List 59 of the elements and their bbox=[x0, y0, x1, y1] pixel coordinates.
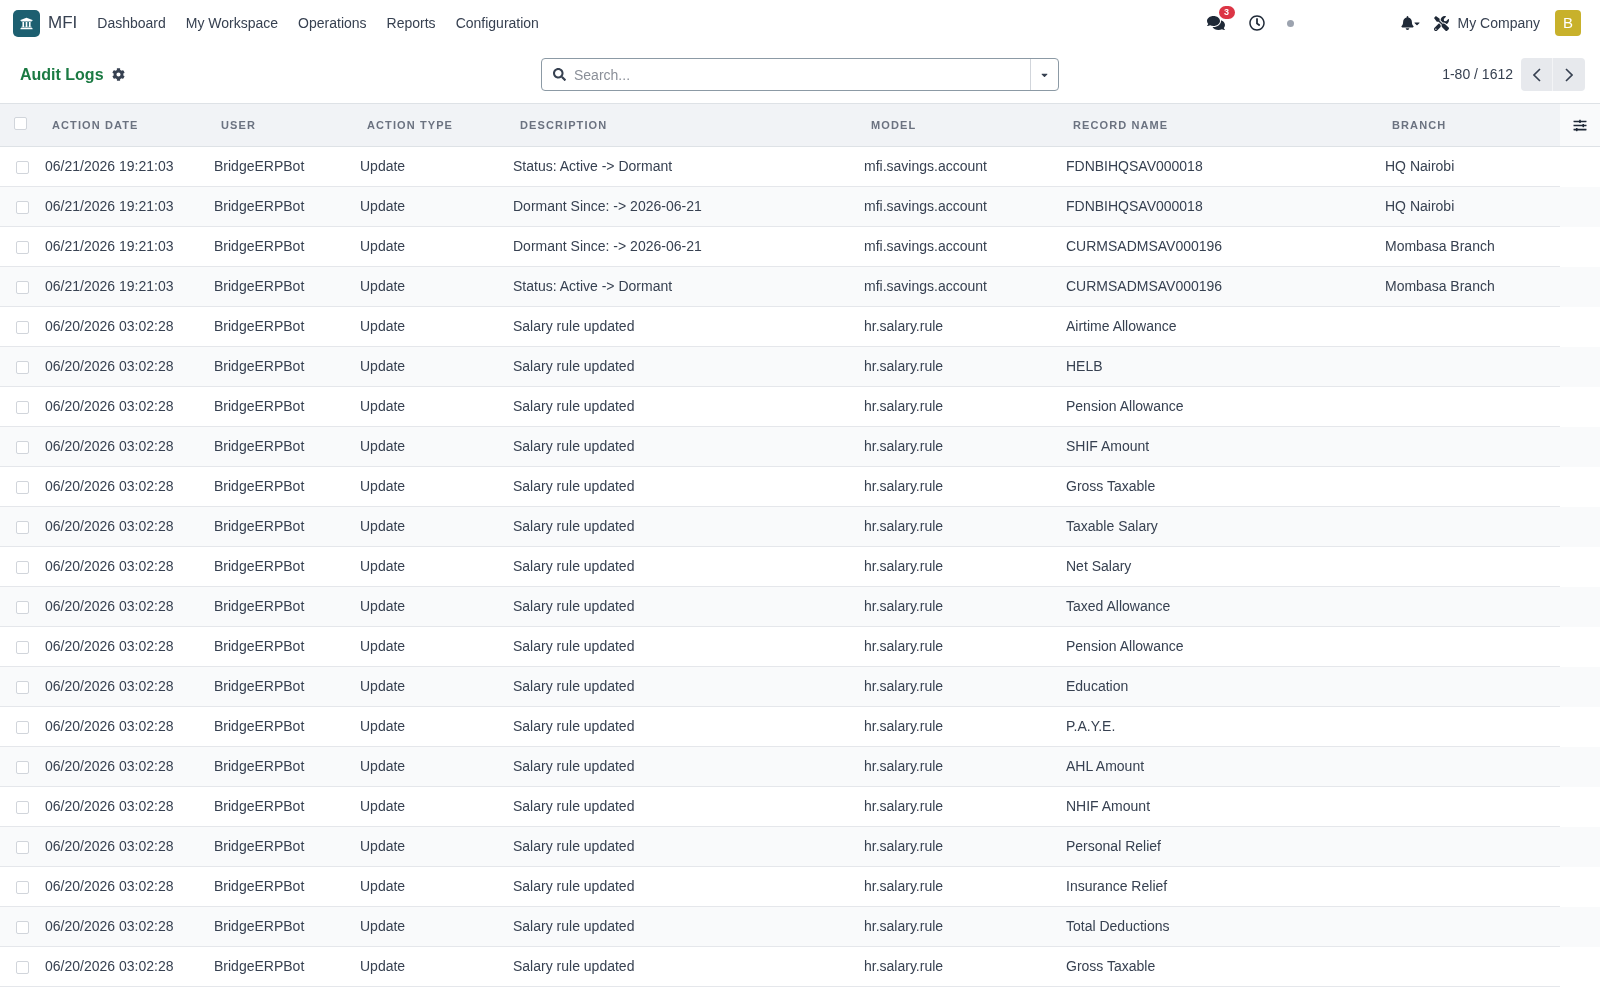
column-header[interactable]: RECORD NAME bbox=[1061, 104, 1380, 146]
search-bar[interactable]: Search... bbox=[541, 58, 1059, 91]
table-cell: Gross Taxable bbox=[1061, 947, 1380, 987]
column-header[interactable]: DESCRIPTION bbox=[508, 104, 859, 146]
nav-menu-item[interactable]: Reports bbox=[376, 12, 446, 34]
row-checkbox[interactable] bbox=[16, 641, 29, 654]
pager-value[interactable]: 1-80 / 1612 bbox=[1442, 64, 1513, 85]
nav-menu-item[interactable]: My Workspace bbox=[175, 12, 289, 34]
nav-menu-item[interactable]: Operations bbox=[288, 12, 377, 34]
nav-menu-item[interactable]: Dashboard bbox=[87, 12, 176, 34]
settings-icon[interactable] bbox=[111, 68, 125, 81]
column-header[interactable]: BRANCH bbox=[1380, 104, 1560, 146]
company-switcher[interactable]: My Company bbox=[1457, 12, 1540, 34]
row-checkbox[interactable] bbox=[16, 841, 29, 854]
row-checkbox[interactable] bbox=[16, 161, 29, 174]
nav-menu-item[interactable]: Configuration bbox=[445, 12, 549, 34]
row-checkbox[interactable] bbox=[16, 241, 29, 254]
table-cell: hr.salary.rule bbox=[859, 947, 1061, 987]
table-cell: BridgeERPBot bbox=[209, 947, 355, 987]
table-cell: Salary rule updated bbox=[508, 947, 859, 987]
row-checkbox[interactable] bbox=[16, 801, 29, 814]
search-icon bbox=[553, 68, 566, 81]
column-header[interactable]: MODEL bbox=[859, 104, 1061, 146]
message-count-badge: 3 bbox=[1218, 6, 1235, 19]
app-name[interactable]: MFI bbox=[48, 10, 78, 36]
tools-icon[interactable] bbox=[1433, 15, 1449, 31]
row-checkbox[interactable] bbox=[16, 761, 29, 774]
chevron-right-icon bbox=[1565, 67, 1573, 82]
previous-page-button[interactable] bbox=[1521, 58, 1553, 91]
row-checkbox[interactable] bbox=[16, 201, 29, 214]
row-checkbox[interactable] bbox=[16, 921, 29, 934]
column-header[interactable]: ACTION TYPE bbox=[355, 104, 508, 146]
row-checkbox[interactable] bbox=[16, 481, 29, 494]
row-checkbox[interactable] bbox=[16, 561, 29, 574]
row-checkbox[interactable] bbox=[16, 721, 29, 734]
row-checkbox[interactable] bbox=[16, 521, 29, 534]
column-settings-icon[interactable] bbox=[1573, 118, 1587, 132]
page-title[interactable]: Audit Logs bbox=[20, 62, 104, 87]
search-field[interactable]: Search... bbox=[574, 59, 1030, 90]
next-page-button[interactable] bbox=[1553, 58, 1585, 91]
bell-icon[interactable] bbox=[1400, 16, 1414, 30]
bank-logo-icon[interactable] bbox=[13, 9, 40, 37]
select-all-checkbox[interactable] bbox=[14, 117, 27, 130]
chat-bubbles-icon[interactable] bbox=[1206, 15, 1225, 31]
clock-icon[interactable] bbox=[1248, 15, 1265, 31]
row-checkbox[interactable] bbox=[16, 361, 29, 374]
chevron-left-icon bbox=[1532, 67, 1541, 82]
row-checkbox[interactable] bbox=[16, 881, 29, 894]
row-checkbox[interactable] bbox=[16, 441, 29, 454]
table-cell: Update bbox=[355, 947, 508, 987]
row-checkbox[interactable] bbox=[16, 281, 29, 294]
row-checkbox[interactable] bbox=[16, 321, 29, 334]
row-checkbox[interactable] bbox=[16, 401, 29, 414]
column-header[interactable]: ACTION DATE bbox=[40, 104, 209, 146]
row-checkbox[interactable] bbox=[16, 681, 29, 694]
column-header[interactable]: USER bbox=[209, 104, 355, 146]
row-checkbox[interactable] bbox=[16, 961, 29, 974]
table-cell: 06/20/2026 03:02:28 bbox=[40, 947, 209, 987]
row-checkbox[interactable] bbox=[16, 601, 29, 614]
